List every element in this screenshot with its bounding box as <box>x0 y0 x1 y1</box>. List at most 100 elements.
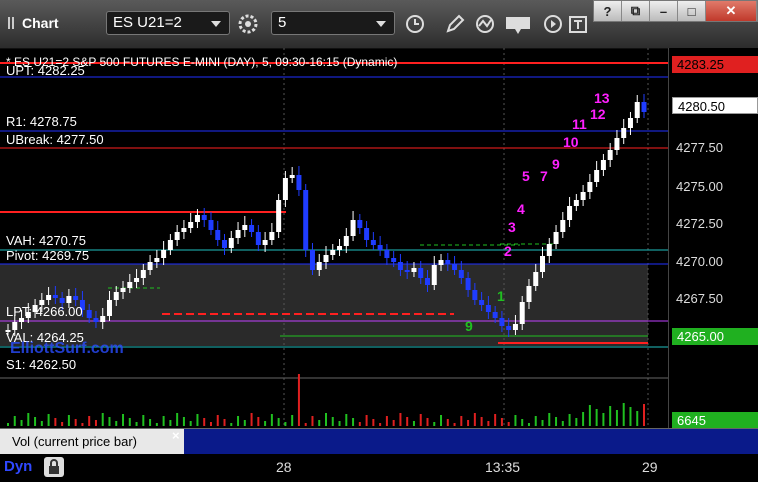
volume-bar <box>514 415 517 426</box>
candle-body <box>12 322 18 330</box>
volume-bar <box>534 416 537 426</box>
maximize-button[interactable]: □ <box>678 1 706 21</box>
candle-body <box>573 200 579 206</box>
candle-body <box>215 230 221 240</box>
text-tool-icon[interactable] <box>566 11 590 37</box>
candle-body <box>458 270 464 278</box>
candle-body <box>438 260 444 265</box>
candle-body <box>411 268 417 272</box>
volume-bar <box>94 420 97 426</box>
chevron-down-icon <box>376 21 386 27</box>
volume-bar <box>47 414 50 426</box>
volume-bar <box>636 411 639 426</box>
candle-body <box>391 258 397 262</box>
candle-body <box>485 305 491 312</box>
candle-body <box>262 240 268 245</box>
candle-body <box>194 215 200 222</box>
volume-bar <box>40 421 43 426</box>
dynamic-mode-button[interactable]: Dyn <box>4 458 32 475</box>
volume-bar <box>338 421 341 426</box>
volume-bar <box>209 422 212 426</box>
candle-body <box>519 302 525 324</box>
price-chart[interactable]: 13 12 11 10 5 7 9 4 3 2 1 9 <box>0 48 668 428</box>
count-label: 4 <box>517 201 525 217</box>
lock-icon[interactable] <box>44 457 64 477</box>
interval-select[interactable]: 5 <box>271 11 395 35</box>
volume-bar <box>379 423 382 426</box>
candle-body <box>330 250 336 255</box>
symbol-value: ES U21=2 <box>113 14 182 31</box>
candle-body <box>452 264 458 270</box>
volume-bar <box>392 420 395 426</box>
volume-bar <box>480 417 483 426</box>
candle-body <box>641 102 647 112</box>
volume-bar <box>27 413 30 426</box>
candle-body <box>120 288 126 292</box>
clock-icon[interactable] <box>400 11 430 37</box>
candle-body <box>269 232 275 240</box>
close-button[interactable]: ✕ <box>706 1 757 21</box>
volume-bar <box>162 416 165 426</box>
candle-body <box>100 316 106 322</box>
candle-body <box>249 225 255 232</box>
volume-bar <box>555 417 558 426</box>
upt-label: UPT: 4282.25 <box>6 63 85 78</box>
candle-body <box>59 298 65 303</box>
candle-body <box>384 250 390 258</box>
grip-icon[interactable] <box>8 16 20 29</box>
candle-body <box>188 222 194 228</box>
candle-body <box>350 220 356 236</box>
volume-bar <box>615 410 618 426</box>
candle-body <box>418 268 424 278</box>
get-data-icon[interactable] <box>504 11 534 37</box>
volume-bar <box>352 418 355 426</box>
candle-body <box>445 260 451 264</box>
volume-bar <box>372 419 375 426</box>
volume-bar <box>149 419 152 426</box>
candle-body <box>627 118 633 128</box>
vah-label: VAH: 4270.75 <box>6 233 86 248</box>
play-next-icon[interactable] <box>538 11 568 37</box>
settings-gear-icon[interactable] <box>233 11 263 37</box>
volume-bar <box>237 416 240 426</box>
volume-bar <box>74 419 77 426</box>
count-label: 9 <box>552 156 560 172</box>
volume-bar <box>108 417 111 426</box>
candle-body <box>479 300 485 305</box>
volume-bar <box>169 420 172 426</box>
candle-body <box>228 238 234 248</box>
volume-bar <box>230 423 233 426</box>
close-pane-icon[interactable]: × <box>172 428 180 443</box>
volume-bar <box>216 415 219 426</box>
volume-bar <box>196 414 199 426</box>
candle-body <box>546 244 552 256</box>
candle-body <box>106 300 112 316</box>
symbol-select[interactable]: ES U21=2 <box>106 11 230 35</box>
volume-bar <box>358 422 361 426</box>
volume-tab[interactable]: Vol (current price bar) <box>0 429 184 454</box>
volume-bar <box>13 416 16 426</box>
candle-body <box>255 232 261 245</box>
watermark: ElliottSurf.com <box>10 340 124 357</box>
count-label: 3 <box>508 219 516 235</box>
pencil-draw-icon[interactable] <box>440 11 470 37</box>
candle-body <box>499 318 505 326</box>
restore-link-button[interactable]: ⧉ <box>622 1 650 21</box>
volume-bar <box>500 418 503 426</box>
volume-bar <box>20 420 23 426</box>
help-button[interactable]: ? <box>594 1 622 21</box>
minimize-button[interactable]: – <box>650 1 678 21</box>
volume-bar <box>433 422 436 426</box>
candle-body <box>634 102 640 118</box>
price-tick: 4275.00 <box>676 179 723 194</box>
indicator-icon[interactable] <box>472 11 502 37</box>
candle-body <box>540 256 546 272</box>
price-tick: 4267.50 <box>676 291 723 306</box>
volume-bar <box>81 423 84 426</box>
candle-body <box>600 160 606 170</box>
volume-bar <box>257 417 260 426</box>
candle-body <box>66 296 72 303</box>
volume-bar <box>365 415 368 426</box>
volume-bar <box>311 416 314 426</box>
volume-bar <box>561 421 564 426</box>
